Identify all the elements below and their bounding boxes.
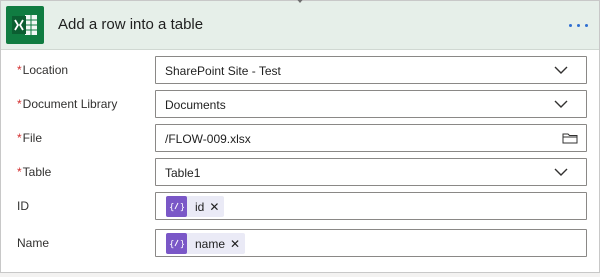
remove-token-icon[interactable]: ✕ xyxy=(209,200,219,214)
table-label: *Table xyxy=(17,165,52,179)
expression-icon: { } xyxy=(166,196,187,217)
id-row: ID { } id ✕ xyxy=(1,192,599,220)
token-label: name xyxy=(195,236,226,251)
required-marker: * xyxy=(17,63,22,77)
location-dropdown[interactable]: SharePoint Site - Test xyxy=(155,56,587,84)
action-header[interactable]: Add a row into a table xyxy=(1,0,599,50)
id-input[interactable]: { } id ✕ xyxy=(155,192,587,220)
required-marker: * xyxy=(17,165,22,179)
expression-icon: { } xyxy=(166,233,187,254)
file-label: *File xyxy=(17,131,43,145)
table-value: Table1 xyxy=(165,166,201,180)
document-library-dropdown[interactable]: Documents xyxy=(155,90,587,118)
location-label: *Location xyxy=(17,63,69,77)
action-title: Add a row into a table xyxy=(58,16,204,33)
name-row: Name { } name ✕ xyxy=(1,229,599,257)
location-row: *Location SharePoint Site - Test xyxy=(1,56,599,84)
dynamic-content-token[interactable]: { } id ✕ xyxy=(166,196,225,217)
document-library-value: Documents xyxy=(165,98,226,112)
document-library-label: *Document Library xyxy=(17,97,118,111)
remove-token-icon[interactable]: ✕ xyxy=(230,237,240,251)
excel-icon xyxy=(6,6,44,44)
table-dropdown[interactable]: Table1 xyxy=(155,158,587,186)
file-picker-input[interactable]: /FLOW-009.xlsx xyxy=(155,124,587,152)
folder-icon[interactable] xyxy=(562,132,578,144)
document-library-row: *Document Library Documents xyxy=(1,90,599,118)
svg-text:{ }: { } xyxy=(169,240,184,249)
file-value: /FLOW-009.xlsx xyxy=(165,132,251,146)
svg-text:{ }: { } xyxy=(169,203,184,212)
chevron-down-icon xyxy=(554,100,568,108)
required-marker: * xyxy=(17,97,22,111)
connector-caret-icon xyxy=(295,0,305,3)
chevron-down-icon xyxy=(554,66,568,74)
name-label: Name xyxy=(17,236,50,250)
more-options-icon[interactable] xyxy=(563,15,593,35)
token-label: id xyxy=(195,199,205,214)
table-row: *Table Table1 xyxy=(1,158,599,186)
dynamic-content-token[interactable]: { } name ✕ xyxy=(166,233,246,254)
file-row: *File /FLOW-009.xlsx xyxy=(1,124,599,152)
required-marker: * xyxy=(17,131,22,145)
action-card: Add a row into a table *Location SharePo… xyxy=(0,0,600,273)
location-value: SharePoint Site - Test xyxy=(165,64,281,78)
name-input[interactable]: { } name ✕ xyxy=(155,229,587,257)
chevron-down-icon xyxy=(554,168,568,176)
id-label: ID xyxy=(17,199,29,213)
